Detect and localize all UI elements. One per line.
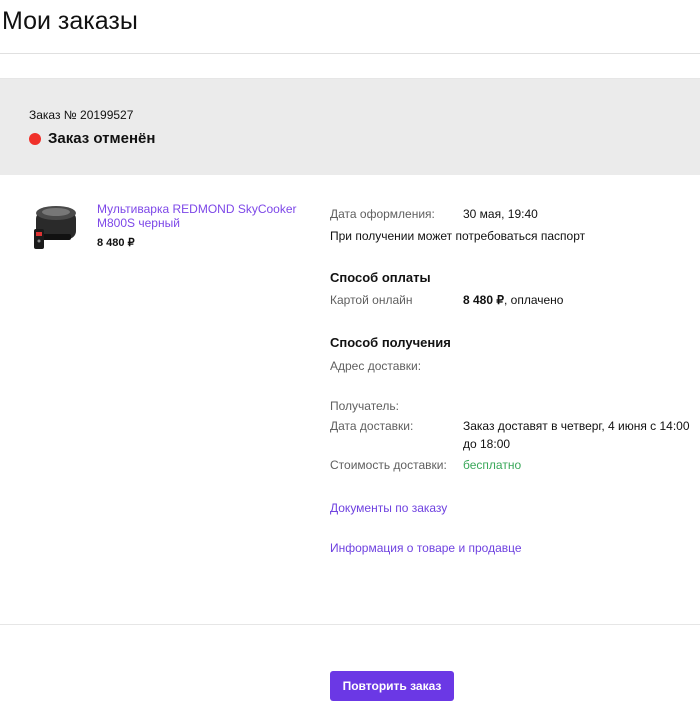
payment-title: Способ оплаты <box>330 270 431 285</box>
order-header: Заказ № 20199527 Заказ отменён <box>0 79 700 175</box>
payment-status: , оплачено <box>504 293 564 307</box>
delivery-date-value: Заказ доставят в четверг, 4 июня с 14:00… <box>463 419 690 451</box>
order-number: Заказ № 20199527 <box>29 108 134 122</box>
delivery-cost-row: Стоимость доставки: бесплатно <box>330 458 521 472</box>
address-row: Адрес доставки: <box>330 359 463 373</box>
order-date-value: 30 мая, 19:40 <box>463 207 538 221</box>
address-label: Адрес доставки: <box>330 359 422 373</box>
passport-note-text: При получении может потребоваться паспор… <box>330 229 586 243</box>
delivery-date-row: Дата доставки: Заказ доставят в четверг,… <box>330 419 698 453</box>
product-name-link[interactable]: Мультиварка REDMOND SkyCooker M800S черн… <box>97 202 297 230</box>
multicooker-image[interactable] <box>32 201 82 251</box>
documents-link[interactable]: Документы по заказу <box>330 501 447 515</box>
delivery-cost-value: бесплатно <box>463 458 522 472</box>
order-status: Заказ отменён <box>29 130 155 147</box>
recipient-row: Получатель: <box>330 399 463 413</box>
passport-note: При получении может потребоваться паспор… <box>330 229 585 243</box>
delivery-date-label: Дата доставки: <box>330 419 414 433</box>
status-dot-icon <box>29 132 41 145</box>
repeat-order-button[interactable]: Повторить заказ <box>330 671 454 701</box>
product-price: 8 480 ₽ <box>97 237 135 249</box>
payment-value: 8 480 ₽, оплачено <box>463 293 563 307</box>
payment-row: Картой онлайн 8 480 ₽, оплачено <box>330 293 563 307</box>
status-text: Заказ отменён <box>48 130 156 147</box>
order-date-row: Дата оформления: 30 мая, 19:40 <box>330 207 538 221</box>
divider <box>0 53 700 54</box>
order-card: Заказ № 20199527 Заказ отменён Мультивар… <box>0 78 700 701</box>
delivery-cost-label: Стоимость доставки: <box>330 458 447 472</box>
product-info-link[interactable]: Информация о товаре и продавце <box>330 541 522 555</box>
payment-amount: 8 480 ₽ <box>463 293 504 307</box>
order-date-label: Дата оформления: <box>330 207 435 221</box>
delivery-title: Способ получения <box>330 335 451 350</box>
payment-method: Картой онлайн <box>330 293 413 307</box>
page-title: Мои заказы <box>2 7 138 35</box>
recipient-label: Получатель: <box>330 399 399 413</box>
